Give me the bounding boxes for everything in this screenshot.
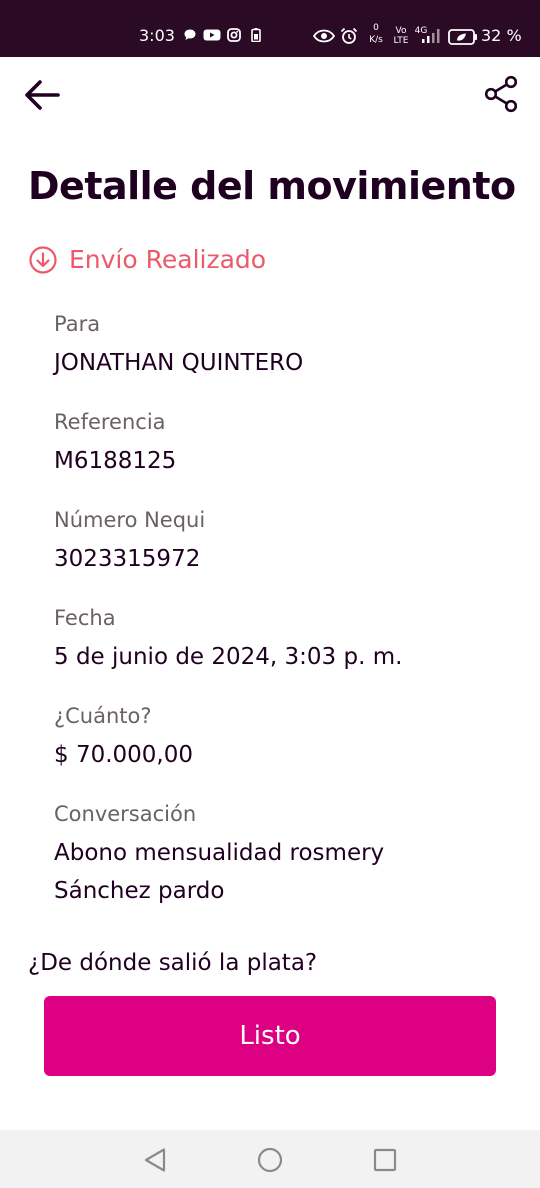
field-fecha: Fecha 5 de junio de 2024, 3:03 p. m. (54, 606, 514, 676)
home-circle-icon[interactable] (253, 1143, 287, 1177)
alarm-icon (340, 27, 358, 44)
phone-number: 3023315972 (54, 546, 201, 572)
field-label: Fecha (54, 606, 116, 630)
status-bar: 3:03 0 K/s Vo LTE 4G 32 % (0, 0, 540, 57)
reference-value: M6188125 (54, 448, 177, 474)
status-time: 3:03 (139, 26, 175, 45)
volte-indicator: Vo LTE (391, 27, 411, 46)
field-label: Número Nequi (54, 508, 206, 532)
battery-percent: 32 % (481, 26, 522, 45)
field-label: ¿Cuánto? (54, 704, 152, 728)
date-value: 5 de junio de 2024, 3:03 p. m. (54, 644, 403, 670)
net-speed-unit: K/s (369, 35, 383, 45)
source-question-link[interactable]: ¿De dónde salió la plata? (28, 950, 317, 976)
recipient-name: JONATHAN QUINTERO (54, 350, 304, 376)
chat-icon (184, 29, 196, 40)
done-button[interactable]: Listo (44, 996, 496, 1076)
field-cuanto: ¿Cuánto? $ 70.000,00 (54, 704, 514, 774)
signal-icon (422, 29, 440, 43)
arrow-left-icon (25, 80, 60, 110)
share-button[interactable] (482, 74, 522, 114)
arrow-down-circle-icon (29, 246, 57, 274)
field-label: Conversación (54, 802, 197, 826)
net-speed: 0 K/s (366, 24, 386, 45)
battery-saver-icon (251, 28, 261, 42)
share-icon (484, 75, 518, 113)
youtube-icon (203, 29, 221, 41)
field-numero-nequi: Número Nequi 3023315972 (54, 508, 514, 578)
field-para: Para JONATHAN QUINTERO (54, 312, 514, 382)
field-referencia: Referencia M6188125 (54, 410, 514, 480)
eye-icon (313, 29, 335, 43)
instagram-icon (227, 28, 241, 42)
recents-square-icon[interactable] (368, 1143, 402, 1177)
battery-icon (448, 29, 477, 45)
message-value: Abono mensualidad rosmery Sánchez pardo (54, 840, 385, 904)
field-conversacion: Conversación Abono mensualidad rosmery S… (54, 802, 434, 910)
status-label: Envío Realizado (69, 245, 267, 274)
net-speed-value: 0 (373, 23, 379, 33)
field-label: Referencia (54, 410, 166, 434)
amount-value: $ 70.000,00 (54, 742, 193, 768)
volte-bottom: LTE (393, 36, 409, 46)
field-label: Para (54, 312, 101, 336)
volte-top: Vo (395, 26, 407, 36)
page-title: Detalle del movimiento (28, 164, 516, 208)
back-button[interactable] (22, 78, 62, 112)
back-triangle-icon[interactable] (138, 1143, 172, 1177)
system-nav-bar (0, 1130, 540, 1188)
